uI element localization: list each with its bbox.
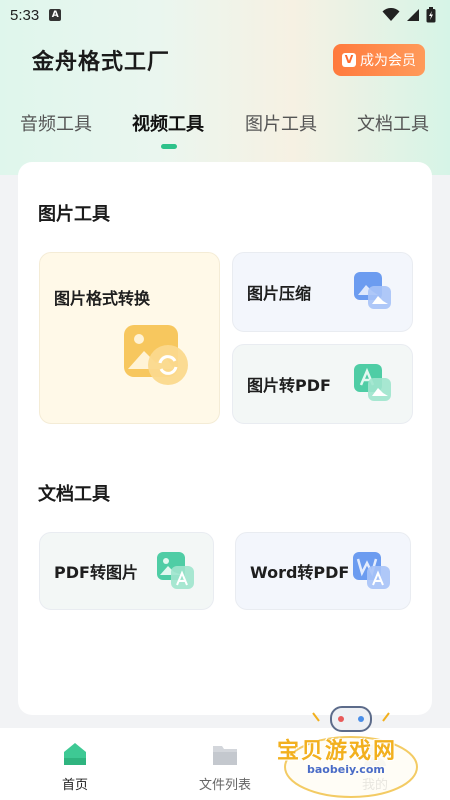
word-to-pdf-card[interactable]: Word转PDF bbox=[235, 532, 411, 610]
image-compress-icon bbox=[354, 272, 391, 309]
tool-label: 图片格式转换 bbox=[54, 289, 151, 308]
become-member-button[interactable]: V 成为会员 bbox=[333, 44, 425, 76]
vip-button-label: 成为会员 bbox=[360, 53, 416, 69]
pdf-to-image-card[interactable]: PDF转图片 bbox=[39, 532, 214, 610]
status-time: 5:33 bbox=[10, 6, 40, 24]
word-to-pdf-icon bbox=[353, 552, 390, 589]
wifi-icon bbox=[382, 8, 400, 21]
app-title: 金舟格式工厂 bbox=[32, 50, 171, 75]
section-title-image-tools: 图片工具 bbox=[38, 204, 110, 225]
tab-video-tools[interactable]: 视频工具 bbox=[132, 110, 204, 136]
active-tab-indicator bbox=[161, 144, 177, 149]
tool-label: PDF转图片 bbox=[54, 563, 138, 582]
tool-label: Word转PDF bbox=[250, 563, 350, 582]
status-bar: 5:33 A bbox=[0, 0, 450, 30]
section-title-doc-tools: 文档工具 bbox=[38, 484, 110, 505]
image-compress-card[interactable]: 图片压缩 bbox=[232, 252, 413, 332]
tab-document-tools[interactable]: 文档工具 bbox=[357, 110, 429, 136]
image-convert-icon bbox=[124, 325, 188, 385]
category-tabs: 音频工具 视频工具 图片工具 文档工具 bbox=[0, 102, 450, 142]
tool-label: 图片压缩 bbox=[247, 284, 312, 303]
vip-icon: V bbox=[342, 53, 356, 67]
image-format-convert-card[interactable]: 图片格式转换 bbox=[39, 252, 220, 424]
folder-icon bbox=[213, 746, 237, 765]
home-icon bbox=[64, 743, 86, 765]
tab-audio-tools[interactable]: 音频工具 bbox=[20, 110, 92, 136]
notification-app-icon: A bbox=[49, 9, 62, 21]
battery-icon bbox=[426, 7, 436, 23]
app-header: 金舟格式工厂 V 成为会员 bbox=[0, 38, 450, 82]
image-to-pdf-icon bbox=[354, 364, 391, 401]
watermark-text: 宝贝游戏网 bbox=[277, 739, 398, 764]
signal-icon bbox=[407, 9, 419, 21]
tab-image-tools[interactable]: 图片工具 bbox=[245, 110, 317, 136]
watermark: 宝贝游戏网 baobeiy.com bbox=[265, 705, 425, 800]
tools-panel: 图片工具 图片格式转换 图片压缩 图片转PDF 文档工具 PDF转图片 Word… bbox=[18, 162, 432, 715]
watermark-url: baobeiy.com bbox=[307, 763, 385, 776]
image-to-pdf-card[interactable]: 图片转PDF bbox=[232, 344, 413, 424]
nav-home[interactable]: 首页 bbox=[0, 728, 150, 800]
pdf-to-image-icon bbox=[157, 552, 194, 589]
tool-label: 图片转PDF bbox=[247, 376, 331, 395]
nav-label: 首页 bbox=[61, 778, 88, 793]
nav-label: 文件列表 bbox=[198, 778, 251, 793]
